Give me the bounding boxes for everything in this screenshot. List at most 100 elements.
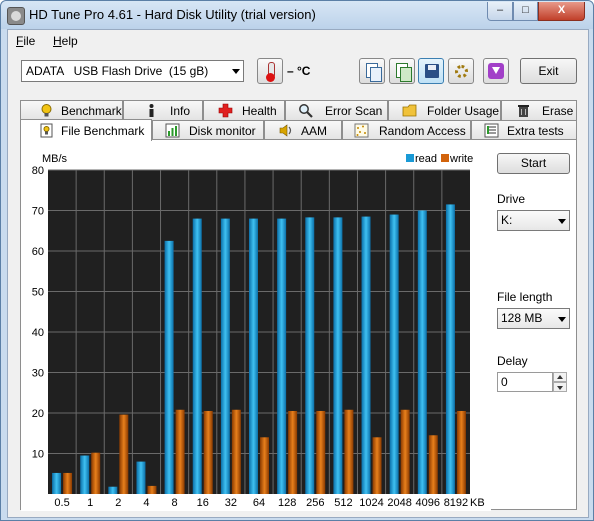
write-bar [288, 410, 298, 494]
y-tick-label: 50 [32, 287, 44, 299]
client-area: File Help ADATA USB Flash Drive (15 gB) … [7, 29, 589, 518]
x-tick-label: 8 [172, 497, 178, 509]
speaker-icon [279, 123, 294, 138]
y-tick-label: 40 [32, 327, 44, 339]
chart-x-axis-unit: KB [470, 497, 485, 509]
y-tick-label: 80 [32, 165, 44, 177]
tab-aam[interactable]: AAM [264, 120, 342, 140]
chevron-down-icon [557, 386, 563, 390]
tab-error-scan-label: Error Scan [325, 104, 383, 118]
file-benchmark-icon [39, 123, 54, 138]
tab-health[interactable]: Health [203, 100, 285, 120]
write-bar [147, 485, 157, 494]
write-bar [344, 409, 354, 494]
magnifier-icon [298, 103, 313, 118]
read-bar [361, 216, 371, 494]
chevron-down-icon [232, 69, 240, 74]
copy-text-button[interactable] [359, 58, 385, 84]
x-tick-label: 0.5 [54, 497, 69, 509]
download-button[interactable] [483, 58, 509, 84]
y-tick-label: 20 [32, 408, 44, 420]
write-bar [91, 452, 101, 494]
download-arrow [492, 67, 500, 74]
write-bar [316, 410, 326, 494]
delay-increment-button[interactable] [553, 372, 567, 382]
menu-file-label: ile [23, 34, 36, 48]
read-bar [80, 455, 90, 494]
menu-help-accelerator: H [53, 34, 62, 48]
disk-monitor-icon [165, 123, 180, 138]
legend-write-swatch [441, 154, 449, 162]
tab-benchmark[interactable]: Benchmark [20, 100, 123, 120]
tab-health-label: Health [242, 104, 277, 118]
menu-help[interactable]: Help [53, 34, 78, 48]
file-benchmark-panel: 10 20 30 40 50 60 70 80 0.5 1 2 4 8 16 32 64 128 256 512 10… [20, 139, 577, 511]
options-button[interactable] [448, 58, 474, 84]
menu-bar: File Help [8, 30, 588, 52]
delay-input[interactable]: 0 [497, 372, 553, 392]
read-bar [389, 214, 399, 495]
health-cross-icon [218, 103, 233, 118]
chevron-up-icon [557, 375, 563, 379]
file-length-value: 128 MB [501, 311, 543, 325]
x-tick-label: 32 [225, 497, 237, 509]
write-bar [372, 437, 382, 494]
read-bar [333, 217, 343, 494]
save-icon-label [428, 65, 436, 70]
copy-screenshot-button[interactable] [389, 58, 415, 84]
chart-plot-layer: 10 20 30 40 50 60 70 80 0.5 1 2 4 8 16 32 64 128 256 512 10… [32, 165, 470, 509]
x-tick-label: 4 [143, 497, 149, 509]
title-bar[interactable]: HD Tune Pro 4.61 - Hard Disk Utility (tr… [1, 1, 593, 29]
drive-dropdown[interactable]: ADATA USB Flash Drive (15 gB) [21, 60, 244, 82]
delay-decrement-button[interactable] [553, 382, 567, 392]
write-bar [400, 409, 410, 494]
write-bar [119, 414, 129, 494]
y-tick-label: 60 [32, 246, 44, 258]
tab-disk-monitor[interactable]: Disk monitor [152, 120, 264, 140]
x-tick-label: 2 [115, 497, 121, 509]
tab-erase[interactable]: Erase [501, 100, 577, 120]
delay-label: Delay [497, 354, 528, 368]
thermometer-icon[interactable] [257, 58, 283, 84]
maximize-button[interactable]: □ [513, 2, 538, 21]
drive-dropdown-value: ADATA USB Flash Drive (15 gB) [26, 64, 209, 78]
tab-error-scan[interactable]: Error Scan [285, 100, 388, 120]
write-bar [260, 437, 269, 494]
tab-random-access[interactable]: Random Access [342, 120, 471, 140]
tab-file-benchmark[interactable]: File Benchmark [20, 119, 152, 141]
close-button[interactable]: X [538, 2, 585, 21]
x-tick-label: 1 [87, 497, 93, 509]
read-bar [136, 461, 146, 494]
file-length-dropdown[interactable]: 128 MB [497, 308, 570, 329]
read-bar [445, 204, 455, 495]
file-length-label: File length [497, 290, 553, 304]
menu-file[interactable]: File [16, 34, 35, 48]
legend-write-label: write [449, 153, 473, 165]
write-bar [456, 410, 466, 494]
tab-erase-label: Erase [542, 104, 574, 118]
minimize-button[interactable]: – [487, 2, 513, 21]
trash-icon [516, 103, 531, 118]
drive-letter-value: K: [501, 213, 513, 227]
write-bar [203, 410, 213, 494]
tab-info[interactable]: Info [123, 100, 203, 120]
x-tick-label: 1024 [359, 497, 383, 509]
x-tick-label: 8192 [444, 497, 468, 509]
temperature-readout: – °C [287, 64, 311, 78]
write-bar [231, 409, 241, 494]
tab-extra-tests[interactable]: Extra tests [471, 120, 577, 140]
drive-letter-dropdown[interactable]: K: [497, 210, 570, 231]
save-button[interactable] [418, 58, 444, 84]
legend-read-label: read [415, 153, 437, 165]
folder-icon [402, 103, 417, 118]
x-tick-label: 4096 [416, 497, 440, 509]
write-bar [175, 409, 185, 494]
read-bar [417, 210, 427, 494]
exit-button[interactable]: Exit [520, 58, 577, 84]
tab-info-label: Info [170, 104, 191, 118]
start-button[interactable]: Start [497, 153, 570, 174]
menu-help-label: elp [61, 34, 78, 48]
x-tick-label: 64 [253, 497, 265, 509]
tab-folder-usage[interactable]: Folder Usage [388, 100, 501, 120]
tab-folder-usage-label: Folder Usage [427, 104, 500, 118]
